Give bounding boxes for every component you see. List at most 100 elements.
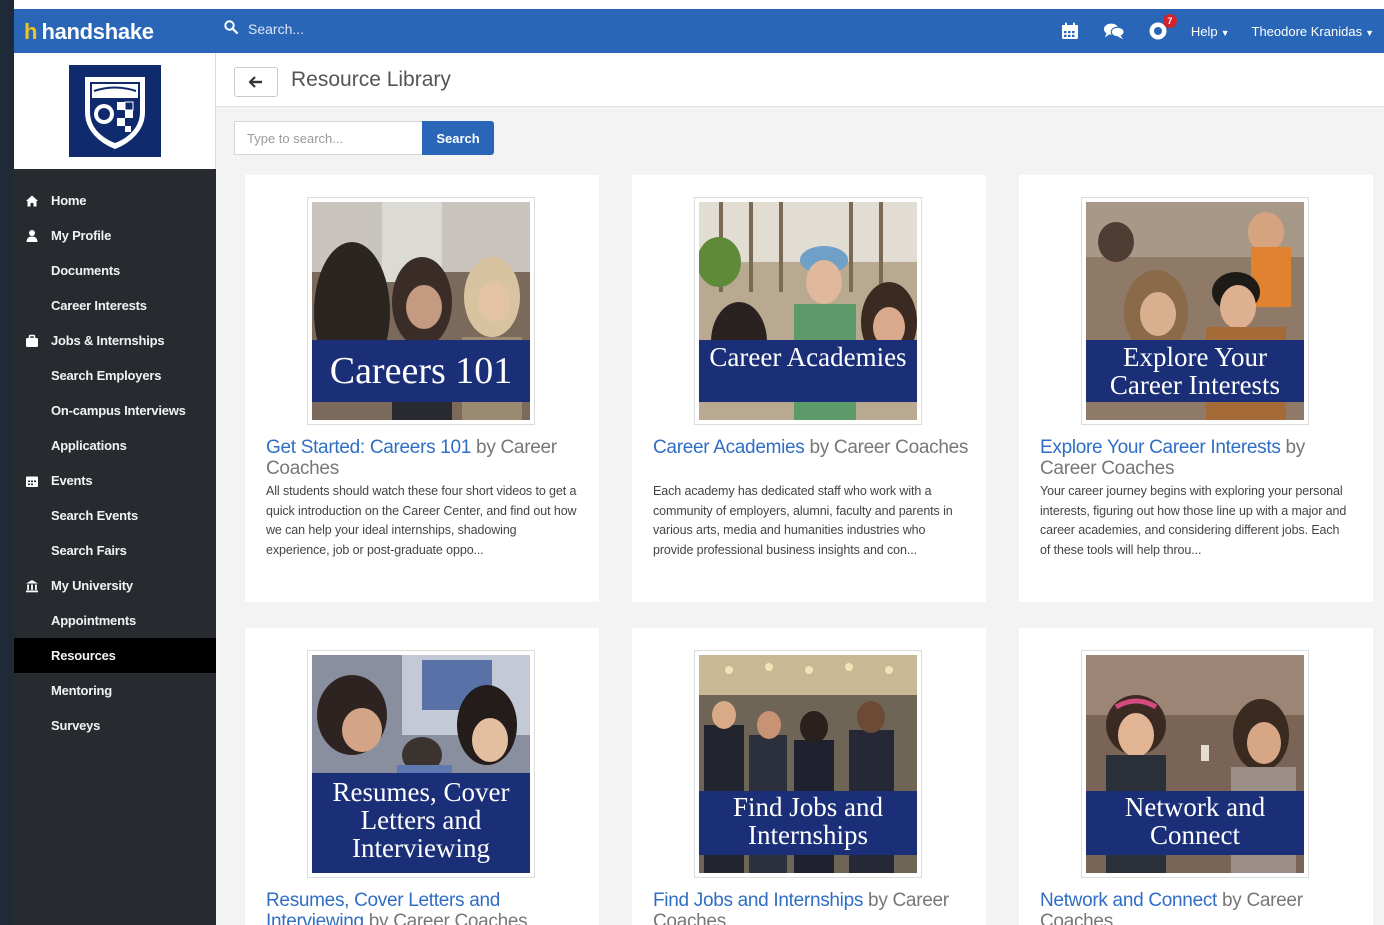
resource-card[interactable]: Careers 101 Get Started: Careers 101 by …: [245, 175, 599, 602]
resource-banner: Resumes, Cover Letters and Interviewing: [312, 773, 530, 873]
university-shield-logo: [68, 65, 161, 157]
sidebar-item-search-employers[interactable]: Search Employers: [14, 358, 216, 393]
sidebar-item-resources[interactable]: Resources: [14, 638, 216, 673]
global-search-placeholder: Search...: [248, 20, 305, 37]
sidebar-item-label: On-campus Interviews: [51, 403, 186, 418]
page-header: Resource Library: [216, 53, 1384, 107]
help-label: Help: [1190, 23, 1218, 39]
school-logo-panel: [14, 53, 216, 169]
sidebar-item-appointments[interactable]: Appointments: [14, 603, 216, 638]
resource-card[interactable]: Career Academies Career Academies by Car…: [632, 175, 986, 602]
resource-photo: Career Academies: [699, 202, 917, 420]
resource-thumbnail[interactable]: Resumes, Cover Letters and Interviewing: [307, 650, 535, 878]
sidebar-item-label: Documents: [51, 263, 120, 278]
notifications-icon[interactable]: 7: [1147, 14, 1177, 42]
resource-title: Network and Connect by Career Coaches: [1040, 890, 1360, 925]
resource-banner: Career Academies: [699, 340, 917, 402]
resource-author: by Career Coaches: [804, 437, 969, 458]
sidebar-item-label: Resources: [51, 648, 116, 663]
resource-card[interactable]: Explore Your Career Interests Explore Yo…: [1019, 175, 1373, 602]
resource-thumbnail[interactable]: Find Jobs and Internships: [694, 650, 922, 878]
calendar-icon: [25, 474, 39, 488]
resource-banner: Find Jobs and Internships: [699, 791, 917, 855]
back-button[interactable]: [234, 67, 278, 97]
sidebar-nav: Home My Profile Documents Career Interes…: [14, 183, 216, 743]
sidebar-item-on-campus-interviews[interactable]: On-campus Interviews: [14, 393, 216, 428]
resource-title: Resumes, Cover Letters and Interviewing …: [266, 890, 586, 925]
resource-title-link[interactable]: Explore Your Career Interests: [1040, 437, 1281, 458]
sidebar-item-events[interactable]: Events: [14, 463, 216, 498]
brand-name: handshake: [41, 19, 154, 44]
messages-icon[interactable]: [1103, 20, 1125, 42]
sidebar-item-label: Surveys: [51, 718, 101, 733]
sidebar-item-search-events[interactable]: Search Events: [14, 498, 216, 533]
sidebar-item-label: Events: [51, 473, 93, 488]
resource-title-link[interactable]: Network and Connect: [1040, 890, 1217, 911]
university-icon: [25, 579, 39, 593]
page-title: Resource Library: [291, 68, 451, 91]
resource-description: Your career journey begins with explorin…: [1040, 484, 1347, 558]
sidebar-item-label: Home: [51, 193, 87, 208]
user-menu[interactable]: Theodore Kranidas ▼: [1252, 24, 1375, 39]
sidebar-item-home[interactable]: Home: [14, 183, 216, 218]
resource-photo: Careers 101: [312, 202, 530, 420]
sidebar-item-search-fairs[interactable]: Search Fairs: [14, 533, 216, 568]
sidebar-item-label: My University: [51, 578, 133, 593]
notification-badge: 7: [1162, 14, 1177, 28]
briefcase-icon: [25, 334, 39, 348]
sidebar-item-label: Mentoring: [51, 683, 113, 698]
resource-search-input[interactable]: [234, 121, 422, 155]
arrow-left-icon: [249, 76, 262, 88]
help-menu[interactable]: Help ▼: [1191, 24, 1230, 39]
resource-card[interactable]: Network and Connect Network and Connect …: [1019, 628, 1373, 925]
resource-title-link[interactable]: Find Jobs and Internships: [653, 890, 863, 911]
sidebar-item-label: Search Employers: [51, 368, 162, 383]
resource-thumbnail[interactable]: Explore Your Career Interests: [1081, 197, 1309, 425]
resource-thumbnail[interactable]: Network and Connect: [1081, 650, 1309, 878]
resource-author: by Career Coaches: [363, 911, 528, 925]
window-edge: [0, 0, 14, 925]
resource-title: Find Jobs and Internships by Career Coac…: [653, 890, 973, 925]
sidebar-item-mentoring[interactable]: Mentoring: [14, 673, 216, 708]
chevron-down-icon: ▼: [1365, 27, 1374, 38]
sidebar-item-applications[interactable]: Applications: [14, 428, 216, 463]
sidebar-item-label: Jobs & Internships: [51, 333, 165, 348]
resource-title: Explore Your Career Interests by Career …: [1040, 437, 1360, 479]
search-icon: [224, 20, 239, 37]
resource-banner: Careers 101: [312, 340, 530, 402]
sidebar-item-my-university[interactable]: My University: [14, 568, 216, 603]
resource-card[interactable]: Find Jobs and Internships Find Jobs and …: [632, 628, 986, 925]
sidebar-item-career-interests[interactable]: Career Interests: [14, 288, 216, 323]
resource-search-button[interactable]: Search: [422, 121, 494, 155]
resource-title-link[interactable]: Career Academies: [653, 437, 805, 458]
global-search[interactable]: Search...: [224, 20, 304, 37]
sidebar-item-label: Applications: [51, 438, 127, 453]
resource-card[interactable]: Resumes, Cover Letters and Interviewing …: [245, 628, 599, 925]
sidebar-item-my-profile[interactable]: My Profile: [14, 218, 216, 253]
sidebar-item-label: My Profile: [51, 228, 112, 243]
resource-banner: Explore Your Career Interests: [1086, 340, 1304, 402]
app-window: h handshake Search... 7 Help ▼ Theodore …: [0, 0, 1384, 925]
handshake-logo-icon: h: [24, 19, 38, 44]
resource-photo: Find Jobs and Internships: [699, 655, 917, 873]
user-name: Theodore Kranidas: [1251, 23, 1363, 39]
sidebar-item-surveys[interactable]: Surveys: [14, 708, 216, 743]
chevron-down-icon: ▼: [1220, 27, 1230, 38]
resource-thumbnail[interactable]: Career Academies: [694, 197, 922, 425]
resource-description: Each academy has dedicated staff who wor…: [653, 484, 953, 558]
sidebar-item-label: Appointments: [51, 613, 136, 628]
resource-photo: Network and Connect: [1086, 655, 1304, 873]
calendar-icon[interactable]: [1059, 20, 1081, 42]
main-content: Resource Library Search: [216, 53, 1384, 925]
sidebar-item-label: Career Interests: [51, 298, 147, 313]
handshake-logo[interactable]: h handshake: [24, 19, 154, 45]
resource-photo: Resumes, Cover Letters and Interviewing: [312, 655, 530, 873]
resource-title: Career Academies by Career Coaches: [653, 437, 973, 458]
resource-description: All students should watch these four sho…: [266, 484, 577, 558]
sidebar-item-documents[interactable]: Documents: [14, 253, 216, 288]
sidebar-item-jobs-internships[interactable]: Jobs & Internships: [14, 323, 216, 358]
resource-photo: Explore Your Career Interests: [1086, 202, 1304, 420]
home-icon: [25, 194, 39, 208]
resource-title-link[interactable]: Get Started: Careers 101: [266, 437, 471, 458]
resource-thumbnail[interactable]: Careers 101: [307, 197, 535, 425]
